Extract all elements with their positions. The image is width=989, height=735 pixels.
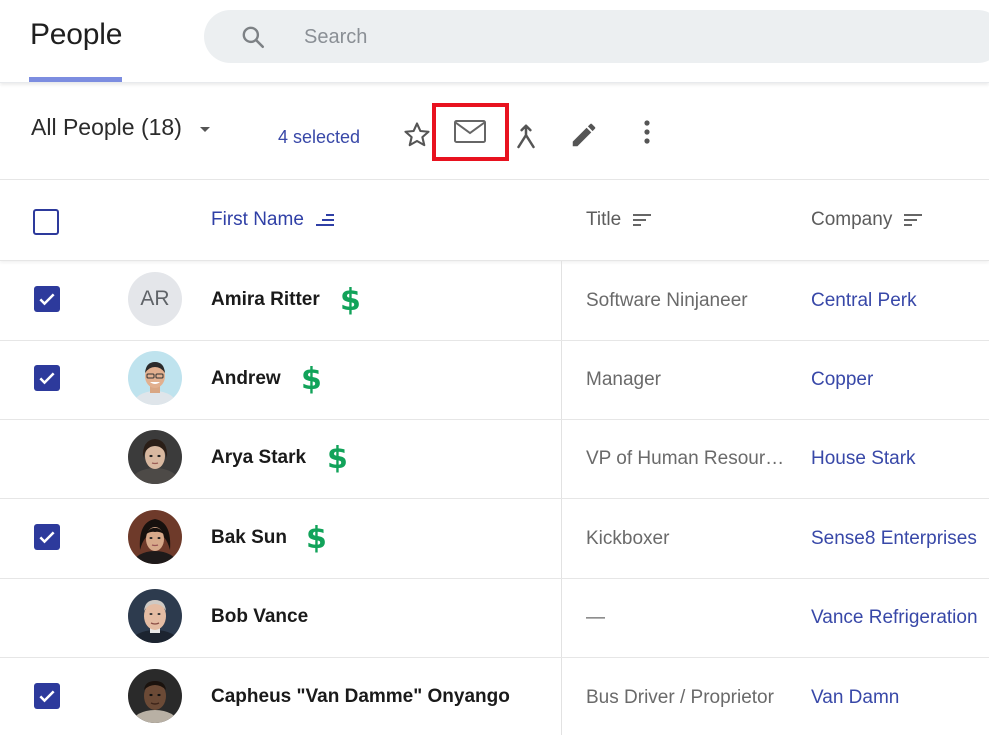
avatar[interactable] — [128, 669, 182, 723]
title-cell: VP of Human Resour… — [586, 448, 785, 469]
selected-count: 4 selected — [278, 127, 361, 147]
selection-toolbar: All People (18) 4 selected — [0, 84, 989, 180]
column-header-label: Title — [586, 209, 622, 230]
company-link[interactable]: Sense8 Enterprises — [811, 528, 977, 550]
app-header: People — [0, 0, 989, 83]
person-name[interactable]: Andrew — [211, 368, 281, 390]
page-title: People — [30, 18, 123, 51]
sort-ascending-icon — [315, 214, 334, 226]
company-link[interactable]: Van Damn — [811, 687, 899, 709]
avatar[interactable] — [128, 430, 182, 484]
table-header: First Name Title Company — [0, 181, 989, 261]
table-row[interactable]: Bob Vance — Vance Refrigeration — [0, 578, 989, 658]
email-icon[interactable] — [452, 114, 488, 150]
row-checkbox-checked[interactable] — [34, 365, 60, 391]
sort-icon — [904, 214, 923, 226]
table-row[interactable]: Arya Stark $ VP of Human Resour… House S… — [0, 419, 989, 499]
customer-dollar-icon: $ — [327, 441, 348, 476]
star-icon[interactable] — [399, 117, 435, 153]
column-header-first-name[interactable]: First Name — [211, 209, 338, 231]
person-name[interactable]: Bob Vance — [211, 606, 308, 628]
column-header-title[interactable]: Title — [586, 209, 655, 231]
view-selector[interactable]: All People (18) — [31, 114, 210, 141]
company-link[interactable]: Central Perk — [811, 290, 917, 312]
view-selector-label: All People (18) — [31, 114, 182, 140]
table-row[interactable]: Capheus "Van Damme" Onyango Bus Driver /… — [0, 658, 989, 735]
customer-dollar-icon: $ — [301, 362, 322, 397]
row-checkbox-checked[interactable] — [34, 286, 60, 312]
checkmark-icon — [39, 690, 55, 703]
company-link[interactable]: Copper — [811, 369, 873, 391]
checkmark-icon — [39, 531, 55, 544]
search-bar[interactable] — [204, 10, 989, 63]
person-name[interactable]: Capheus "Van Damme" Onyango — [211, 686, 510, 708]
customer-dollar-icon: $ — [306, 521, 327, 556]
column-header-company[interactable]: Company — [811, 209, 926, 231]
company-link[interactable]: House Stark — [811, 448, 916, 470]
column-header-label: First Name — [211, 209, 304, 230]
person-name[interactable]: Amira Ritter — [211, 289, 320, 311]
more-vert-icon[interactable] — [629, 114, 665, 150]
search-icon — [242, 26, 265, 49]
title-cell: Software Ninjaneer — [586, 290, 748, 311]
row-checkbox-checked[interactable] — [34, 524, 60, 550]
avatar[interactable] — [128, 510, 182, 564]
title-cell: Bus Driver / Proprietor — [586, 687, 774, 708]
company-link[interactable]: Vance Refrigeration — [811, 607, 978, 629]
search-input[interactable] — [304, 23, 804, 51]
edit-icon[interactable] — [566, 117, 602, 153]
avatar[interactable] — [128, 351, 182, 405]
merge-icon[interactable] — [508, 119, 544, 155]
active-tab-indicator — [29, 77, 122, 82]
caret-down-icon — [199, 127, 210, 132]
title-cell: — — [586, 607, 605, 628]
title-cell: Manager — [586, 369, 661, 390]
column-header-label: Company — [811, 209, 893, 230]
customer-dollar-icon: $ — [340, 283, 361, 318]
person-name[interactable]: Bak Sun — [211, 527, 287, 549]
checkmark-icon — [39, 293, 55, 306]
checkmark-icon — [39, 372, 55, 385]
avatar[interactable] — [128, 589, 182, 643]
person-name[interactable]: Arya Stark — [211, 447, 306, 469]
select-all-checkbox[interactable] — [33, 209, 59, 235]
sort-icon — [633, 214, 652, 226]
table-row[interactable]: Andrew $ Manager Copper — [0, 340, 989, 420]
title-cell: Kickboxer — [586, 528, 670, 549]
table-row[interactable]: AR Amira Ritter $ Software Ninjaneer Cen… — [0, 261, 989, 341]
row-checkbox-checked[interactable] — [34, 683, 60, 709]
table-row[interactable]: Bak Sun $ Kickboxer Sense8 Enterprises — [0, 499, 989, 579]
avatar[interactable]: AR — [128, 272, 182, 326]
